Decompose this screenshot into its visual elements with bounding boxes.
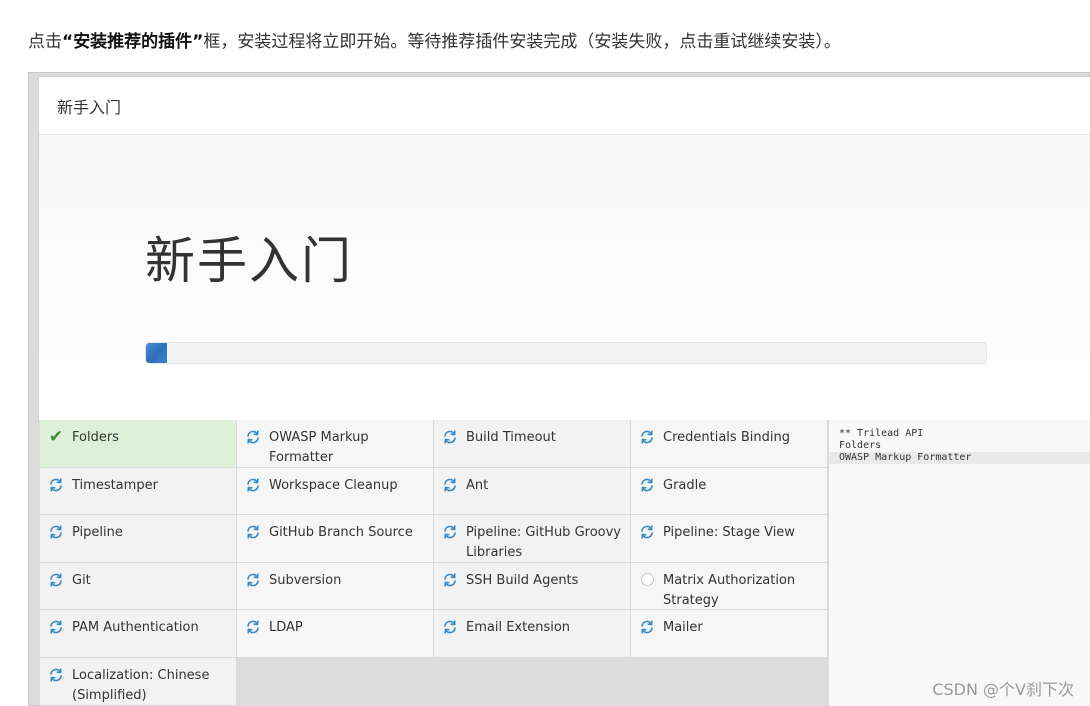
log-line: OWASP Markup Formatter [829, 452, 1090, 464]
plugin-label: Gradle [663, 477, 707, 493]
plugin-label: Mailer [663, 620, 703, 636]
refresh-icon [440, 617, 460, 637]
plugin-label: Localization: Chinese (Simplified) [72, 667, 210, 703]
plugin-grid: ✔ Folders OWASP Markup Formatter Build Time… [40, 420, 828, 706]
plugin-label: Subversion [269, 572, 342, 588]
dialog-header: 新手入门 [39, 77, 1090, 135]
plugin-label: PAM Authentication [72, 620, 199, 636]
plugin-label: Pipeline [72, 525, 123, 541]
refresh-icon [243, 617, 263, 637]
refresh-icon [243, 427, 263, 447]
plugin-item: Email Extension [434, 610, 631, 658]
empty-cell [434, 657, 631, 706]
plugin-label: Credentials Binding [663, 430, 790, 445]
refresh-icon [243, 522, 263, 542]
plugin-item: Build Timeout [434, 420, 631, 468]
plugin-item: Timestamper [40, 467, 237, 516]
plugin-item: Subversion [237, 562, 434, 611]
instruction-text: 点击“安装推荐的插件”框，安装过程将立即开始。等待推荐插件安装完成（安装失败，点… [28, 32, 841, 52]
plugin-item: Pipeline: Stage View [631, 515, 828, 563]
plugin-item: OWASP Markup Formatter [237, 420, 434, 468]
plugin-item: ✔ Folders [40, 420, 237, 468]
plugin-item: Workspace Cleanup [237, 467, 434, 516]
plugin-item: Gradle [631, 467, 828, 516]
plugin-label: LDAP [269, 620, 303, 636]
dialog-title: 新手入门 [57, 97, 122, 117]
refresh-icon [440, 475, 460, 495]
plugin-label: Email Extension [466, 620, 571, 636]
plugin-item: PAM Authentication [40, 610, 237, 658]
refresh-icon [243, 570, 263, 590]
refresh-icon [440, 522, 460, 542]
plugin-label: Build Timeout [466, 430, 556, 445]
plugin-label: OWASP Markup Formatter [269, 430, 369, 465]
plugin-label: GitHub Branch Source [269, 525, 413, 541]
refresh-icon [46, 570, 66, 590]
plugin-label: Pipeline: GitHub Groovy Libraries [466, 525, 621, 561]
plugin-label: Ant [466, 477, 489, 493]
install-progress-bar [145, 342, 987, 364]
refresh-icon [46, 617, 66, 637]
refresh-icon [243, 475, 263, 495]
empty-cell [237, 657, 434, 706]
plugin-label: Pipeline: Stage View [663, 525, 795, 541]
refresh-icon [637, 617, 657, 637]
plugin-item: Ant [434, 467, 631, 516]
check-icon: ✔ [48, 427, 64, 447]
log-line: ** Trilead API [839, 428, 924, 439]
refresh-icon [637, 522, 657, 542]
progress-fill [146, 343, 167, 363]
plugin-item: Mailer [631, 610, 828, 658]
refresh-icon [46, 665, 66, 685]
refresh-icon [46, 475, 66, 495]
log-line: Folders [839, 440, 882, 451]
plugin-item: Matrix Authorization Strategy [631, 562, 828, 611]
screenshot-frame: 新手入门 新手入门 ✔ Folders OWASP Markup Formatter… [28, 72, 1090, 706]
plugin-item: GitHub Branch Source [237, 515, 434, 563]
plugin-item: Localization: Chinese (Simplified) [40, 657, 237, 706]
refresh-icon [440, 427, 460, 447]
plugin-label: Folders [72, 430, 119, 445]
plugin-item: Pipeline: GitHub Groovy Libraries [434, 515, 631, 563]
install-log-panel: ** Trilead API Folders OWASP Markup Format… [828, 420, 1090, 706]
plugin-item: LDAP [237, 610, 434, 658]
plugin-label: Timestamper [72, 477, 158, 493]
empty-cell [631, 657, 828, 706]
page-title: 新手入门 [145, 232, 353, 290]
plugin-label: Workspace Cleanup [269, 477, 398, 493]
pending-icon [637, 570, 657, 590]
plugin-label: SSH Build Agents [466, 572, 579, 588]
plugin-item: SSH Build Agents [434, 562, 631, 611]
setup-dialog: 新手入门 新手入门 [38, 76, 1090, 422]
refresh-icon [440, 570, 460, 590]
refresh-icon [637, 475, 657, 495]
plugin-item: Credentials Binding [631, 420, 828, 468]
watermark: CSDN @个V刹下次 [932, 680, 1074, 699]
plugin-item: Pipeline [40, 515, 237, 563]
plugin-label: Git [72, 572, 91, 588]
dialog-body: 新手入门 [39, 135, 1090, 421]
refresh-icon [46, 522, 66, 542]
plugin-item: Git [40, 562, 237, 611]
instruction-emphasis: “安装推荐的插件” [62, 32, 204, 52]
refresh-icon [637, 427, 657, 447]
plugin-label: Matrix Authorization Strategy [663, 572, 796, 608]
